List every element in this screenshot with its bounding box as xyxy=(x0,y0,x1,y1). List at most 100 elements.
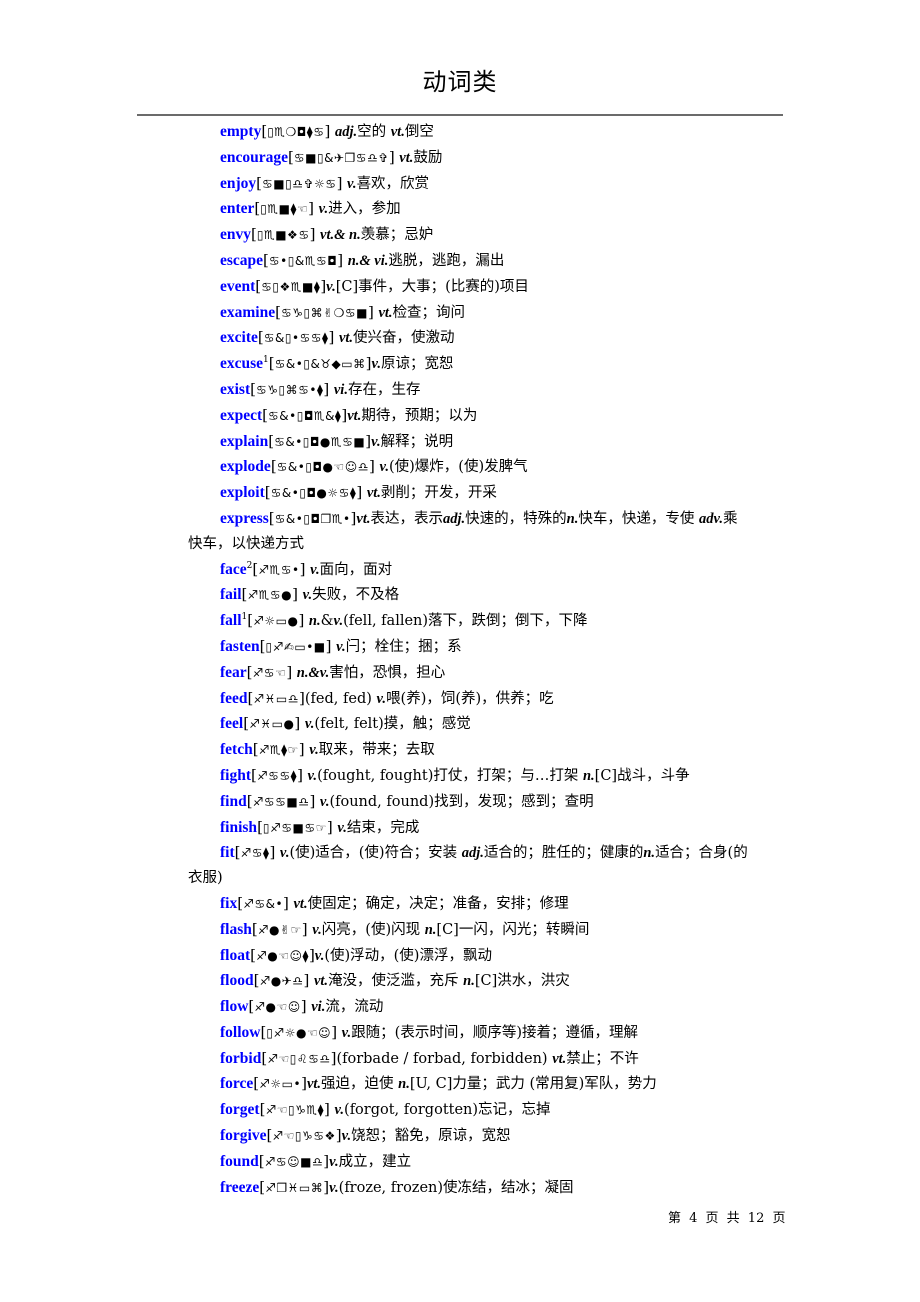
vocab-entry: exist[♋♑▯⌘♋•⧫] vi.存在，生存 xyxy=(188,377,748,403)
headword: encourage xyxy=(220,148,289,166)
phonetic-transcription: ♋▯❖♏■⧫ xyxy=(261,279,321,294)
vocab-entry: exploit[♋&•▯◘●☼♋⧫] vt.剥削；开发，开采 xyxy=(188,480,748,506)
phonetic-close-bracket: ] xyxy=(326,817,333,836)
definition-text: 闩；栓住；捆；系 xyxy=(345,638,462,655)
phonetic-transcription: ♋&•▯◘❐♏• xyxy=(274,511,351,526)
part-of-speech: v. xyxy=(329,1179,339,1196)
phonetic-transcription: ▯♐☼●☜☺ xyxy=(266,1025,332,1040)
headword: exploit xyxy=(220,484,265,502)
headword: flood xyxy=(220,972,254,990)
definition-text: 表达，表示 xyxy=(370,510,444,527)
vocab-entry: flood[♐●✈♎] vt.淹没，使泛滥，充斥 n.[C]洪水，洪灾 xyxy=(188,968,748,994)
phonetic-transcription: ♐♓▭● xyxy=(249,717,295,732)
headword: expect xyxy=(220,406,263,424)
headword: excuse xyxy=(220,355,264,373)
headword: explain xyxy=(220,432,269,450)
vocab-entry: fall1[♐☼▭●] n.&v.(fell, fallen)落下，跌倒；倒下，… xyxy=(188,608,748,634)
headword: forgive xyxy=(220,1127,267,1145)
headword: forget xyxy=(220,1101,260,1119)
phonetic-close-bracket: ] xyxy=(368,302,374,321)
part-of-speech: n. xyxy=(308,613,321,630)
headword: fall xyxy=(220,612,242,630)
part-of-speech: n. xyxy=(566,510,579,527)
headword: fit xyxy=(220,844,235,862)
headword: exist xyxy=(220,380,251,398)
vocab-entry: escape[♋•▯&♏♋◘] n.& vi.逃脱，逃跑，漏出 xyxy=(188,248,748,274)
part-of-speech: v. xyxy=(333,613,344,630)
phonetic-transcription: ♐●✈♎ xyxy=(259,974,304,989)
phonetic-transcription: ♐❐♓▭⌘ xyxy=(265,1180,324,1195)
definition-text: & xyxy=(320,613,334,630)
definition-text: 面向，面对 xyxy=(319,561,393,578)
headword: express xyxy=(220,509,269,527)
definition-text: (fell, fallen)落下，跌倒；倒下，下降 xyxy=(343,613,588,630)
vocab-entry: encourage[♋■▯&✈❐♋♎✞] vt.鼓励 xyxy=(188,145,748,171)
part-of-speech: n. xyxy=(424,921,437,938)
headword: found xyxy=(220,1152,259,1170)
definition-text: 使固定；确定，决定；准备，安排；修理 xyxy=(307,895,569,912)
part-of-speech: adv. xyxy=(698,510,723,527)
vocab-entry: enjoy[♋■▯♎✞☼♋] v.喜欢，欣赏 xyxy=(188,171,748,197)
vocab-entry: expect[♋&•▯◘♏&⧫]vt.期待，预期；以为 xyxy=(188,403,748,429)
phonetic-transcription: ♋&•▯◘●☜☺♎ xyxy=(276,460,369,475)
vocab-entry: excuse1[♋&•▯&♉◆▭⌘]v.原谅；宽恕 xyxy=(188,351,748,377)
phonetic-transcription: ♐♏⧫☞ xyxy=(258,743,299,758)
definition-text: [C]洪水，洪灾 xyxy=(474,973,570,990)
vocab-entry: force[♐☼▭•]vt.强迫，迫使 n.[U, C]力量；武力 (常用复)军… xyxy=(188,1071,748,1097)
phonetic-close-bracket: ] xyxy=(325,636,332,655)
part-of-speech: v. xyxy=(336,638,346,655)
headword: find xyxy=(220,792,247,810)
headword: enter xyxy=(220,200,255,218)
definition-text: 鼓励 xyxy=(413,149,443,166)
part-of-speech: vt. xyxy=(390,124,405,140)
vocab-entry: forgive[♐☜▯♑♋❖]v.饶恕；豁免，原谅，宽恕 xyxy=(188,1123,748,1149)
part-of-speech: vt. xyxy=(338,330,354,347)
phonetic-transcription: ♐☼▭● xyxy=(253,614,299,629)
part-of-speech: v. xyxy=(337,819,347,836)
vocab-entry: fetch[♐♏⧫☞] v.取来，带来；去取 xyxy=(188,737,748,763)
definition-text: 剥削；开发，开采 xyxy=(380,485,497,502)
part-of-speech: n.& vi. xyxy=(347,252,389,269)
phonetic-transcription: ♐♓▭♎ xyxy=(253,691,300,706)
part-of-speech: n.&v. xyxy=(296,664,330,681)
vocab-entry: feel[♐♓▭●] v.(felt, felt)摸，触；感觉 xyxy=(188,711,748,737)
definition-text: (fed, fed) xyxy=(304,690,377,707)
phonetic-transcription: ♐♋☜ xyxy=(252,665,287,680)
headword: examine xyxy=(220,303,276,321)
headword: forbid xyxy=(220,1049,262,1067)
part-of-speech: vt. xyxy=(399,149,414,166)
part-of-speech: vt. xyxy=(347,407,362,424)
headword: enjoy xyxy=(220,174,257,192)
definition-text: (forgot, forgotten)忘记，忘掉 xyxy=(344,1102,551,1119)
phonetic-transcription: ♐♋☺■♎ xyxy=(264,1154,324,1169)
definition-text: 强迫，迫使 xyxy=(321,1076,399,1093)
part-of-speech: vt.& n. xyxy=(320,227,361,244)
definition-text: 倒空 xyxy=(404,124,434,140)
vocab-entry: explode[♋&•▯◘●☜☺♎] v.(使)爆炸，(使)发脾气 xyxy=(188,454,748,480)
phonetic-close-bracket: ] xyxy=(283,893,289,912)
phonetic-transcription: ♐♋♋⧫ xyxy=(256,768,298,783)
definition-text: 使兴奋，使激动 xyxy=(353,330,455,347)
part-of-speech: v. xyxy=(347,175,357,192)
phonetic-transcription: ♐☜▯♑♋❖ xyxy=(272,1129,336,1144)
definition-text: (forbade / forbad, forbidden) xyxy=(336,1050,553,1067)
headword: fix xyxy=(220,894,238,912)
definition-text: 期待，预期；以为 xyxy=(361,407,478,424)
part-of-speech: adj. xyxy=(334,124,358,140)
vocab-entry: flow[♐●☜☺] vi.流，流动 xyxy=(188,994,748,1020)
vocab-entry: enter[▯♏■⧫☜] v.进入，参加 xyxy=(188,196,748,222)
phonetic-transcription: ▯♐✍▭•■ xyxy=(265,639,326,654)
part-of-speech: n. xyxy=(463,973,475,990)
part-of-speech: v. xyxy=(329,1153,339,1170)
vocab-entry: fit[♐♋⧫] v.(使)适合，(使)符合；安装 adj.适合的；胜任的；健康… xyxy=(188,840,748,891)
headword: follow xyxy=(220,1023,261,1041)
vocab-entry: event[♋▯❖♏■⧫]v.[C]事件，大事；(比赛的)项目 xyxy=(188,274,748,300)
vocab-entry: express[♋&•▯◘❐♏•]vt.表达，表示adj.快速的，特殊的n.快车… xyxy=(188,506,748,557)
definition-text: (使)适合，(使)符合；安装 xyxy=(289,845,462,862)
definition-text: 存在，生存 xyxy=(347,381,421,398)
definition-text: (froze, frozen)使冻结，结冰；凝固 xyxy=(338,1179,574,1196)
headword: envy xyxy=(220,226,251,244)
page-footer: 第 4 页 共 12 页 xyxy=(668,1211,786,1226)
definition-text: 淹没，使泛滥，充斥 xyxy=(328,973,464,990)
part-of-speech: v. xyxy=(304,716,315,733)
